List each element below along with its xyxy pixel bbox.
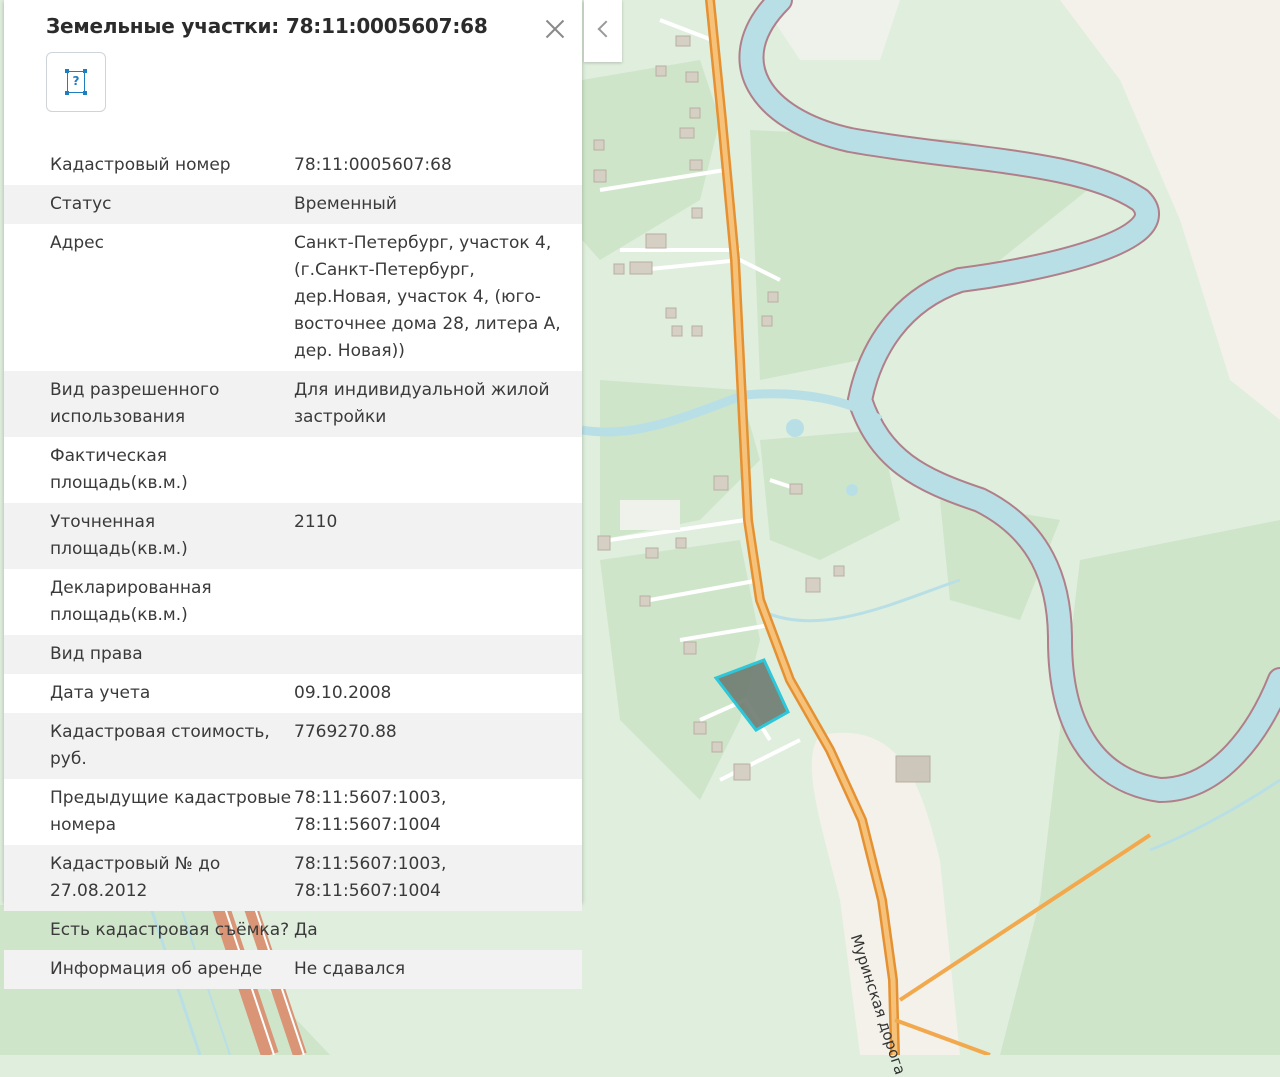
table-row: Вид разрешенного использования Для индив… — [4, 371, 582, 437]
table-row: Кадастровая стоимость, руб. 7769270.88 — [4, 713, 582, 779]
table-row: Статус Временный — [4, 185, 582, 224]
parcel-icon: ? — [67, 71, 85, 93]
row-value: Да — [294, 920, 318, 940]
row-label: Предыдущие кадастровые номера — [50, 788, 292, 835]
row-label: Дата учета — [50, 683, 151, 703]
table-row: Фактическая площадь(кв.м.) — [4, 437, 582, 503]
row-label: Адрес — [50, 233, 104, 253]
row-value: Для индивидуальной жилой застройки — [294, 380, 550, 427]
info-panel: Земельные участки: 78:11:0005607:68 ? Ка… — [4, 0, 582, 989]
row-value: 78:11:0005607:68 — [294, 155, 452, 175]
attribute-table: Кадастровый номер 78:11:0005607:68 Стату… — [4, 146, 582, 989]
table-row: Есть кадастровая съёмка? Да — [4, 911, 582, 950]
table-row: Предыдущие кадастровые номера 78:11:5607… — [4, 779, 582, 845]
row-value — [294, 641, 562, 668]
row-label: Вид права — [50, 644, 143, 664]
close-icon[interactable] — [540, 14, 570, 44]
row-label: Кадастровый номер — [50, 155, 231, 175]
row-value: Временный — [294, 194, 397, 214]
row-label: Кадастровая стоимость, руб. — [50, 722, 270, 769]
table-row: Кадастровый № до 27.08.2012 78:11:5607:1… — [4, 845, 582, 911]
row-label: Вид разрешенного использования — [50, 380, 220, 427]
table-row: Кадастровый номер 78:11:0005607:68 — [4, 146, 582, 185]
table-row: Вид права — [4, 635, 582, 674]
table-row: Информация об аренде Не сдавался — [4, 950, 582, 989]
pond — [846, 484, 858, 496]
collapse-panel-button[interactable] — [584, 0, 622, 62]
row-value: Не сдавался — [294, 959, 406, 979]
row-value — [294, 443, 562, 497]
row-label: Статус — [50, 194, 112, 214]
row-value: 2110 — [294, 512, 338, 532]
table-row: Адрес Санкт-Петербург, участок 4, (г.Сан… — [4, 224, 582, 371]
row-label: Фактическая площадь(кв.м.) — [50, 446, 188, 493]
row-value: 7769270.88 — [294, 722, 397, 742]
row-label: Кадастровый № до 27.08.2012 — [50, 854, 221, 901]
row-value: 78:11:5607:1003, 78:11:5607:1004 — [294, 788, 447, 835]
pond — [786, 419, 804, 437]
row-value: 09.10.2008 — [294, 683, 392, 703]
table-row: Уточненная площадь(кв.м.) 2110 — [4, 503, 582, 569]
table-row: Дата учета 09.10.2008 — [4, 674, 582, 713]
panel-title: Земельные участки: 78:11:0005607:68 — [46, 14, 488, 38]
row-label: Уточненная площадь(кв.м.) — [50, 512, 188, 559]
row-value — [294, 575, 562, 629]
row-value: 78:11:5607:1003, 78:11:5607:1004 — [294, 854, 447, 901]
parcel-type-button[interactable]: ? — [46, 52, 106, 112]
row-label: Информация об аренде — [50, 959, 263, 979]
row-label: Есть кадастровая съёмка? — [50, 920, 290, 940]
row-label: Декларированная площадь(кв.м.) — [50, 578, 212, 625]
table-row: Декларированная площадь(кв.м.) — [4, 569, 582, 635]
row-value: Санкт-Петербург, участок 4, (г.Санкт-Пет… — [294, 233, 561, 361]
